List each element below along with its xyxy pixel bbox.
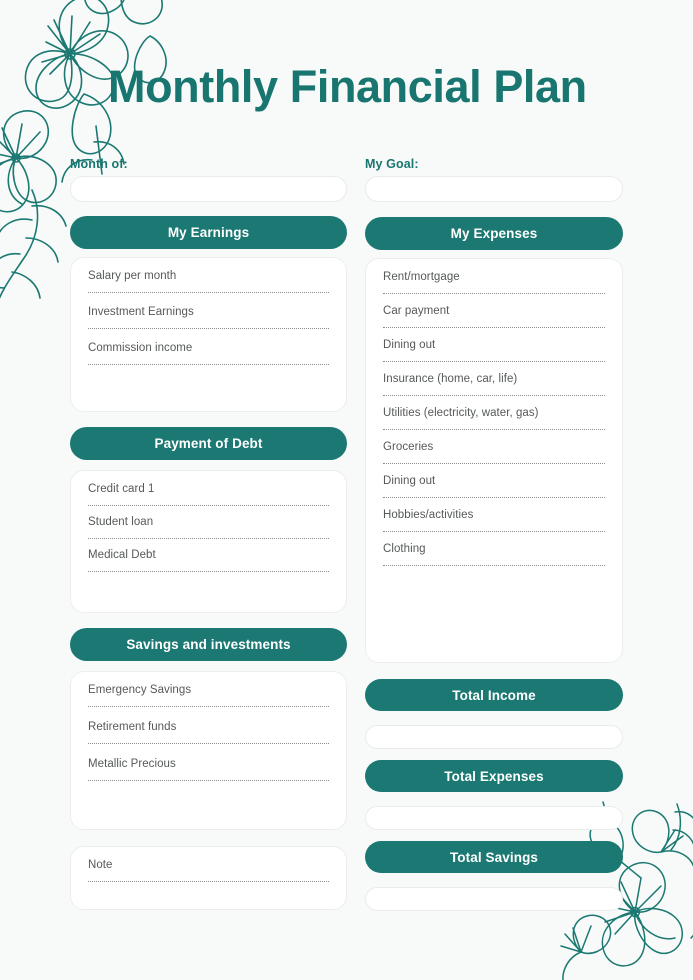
savings-list: Emergency Savings Retirement funds Metal… bbox=[88, 684, 329, 781]
write-in-line[interactable] bbox=[88, 571, 329, 572]
write-in-line[interactable] bbox=[88, 328, 329, 329]
write-in-line[interactable] bbox=[383, 429, 605, 430]
write-in-line[interactable] bbox=[88, 505, 329, 506]
list-item-label: Dining out bbox=[383, 475, 436, 487]
section-header-my-earnings: My Earnings bbox=[70, 216, 347, 249]
write-in-line[interactable] bbox=[383, 497, 605, 498]
list-item-label: Hobbies/activities bbox=[383, 509, 474, 521]
list-item-label: Utilities (electricity, water, gas) bbox=[383, 407, 539, 419]
section-header-total-savings: Total Savings bbox=[365, 841, 623, 873]
list-item[interactable]: Credit card 1 bbox=[88, 483, 329, 506]
list-item-label: Investment Earnings bbox=[88, 306, 194, 318]
write-in-line[interactable] bbox=[88, 743, 329, 744]
write-in-line[interactable] bbox=[383, 395, 605, 396]
list-item[interactable]: Dining out bbox=[383, 339, 605, 362]
list-item[interactable]: Car payment bbox=[383, 305, 605, 328]
list-item-label: Medical Debt bbox=[88, 549, 156, 561]
write-in-line[interactable] bbox=[88, 538, 329, 539]
list-item[interactable]: Salary per month bbox=[88, 270, 329, 293]
write-in-line[interactable] bbox=[88, 881, 329, 882]
list-item[interactable]: Emergency Savings bbox=[88, 684, 329, 707]
write-in-line[interactable] bbox=[383, 327, 605, 328]
list-item[interactable]: Dining out bbox=[383, 475, 605, 498]
expenses-card: Rent/mortgage Car payment Dining out Ins… bbox=[365, 258, 623, 663]
total-savings-input[interactable] bbox=[365, 887, 623, 911]
my-goal-label: My Goal: bbox=[365, 157, 419, 171]
section-header-total-expenses: Total Expenses bbox=[365, 760, 623, 792]
list-item[interactable]: Medical Debt bbox=[88, 549, 329, 572]
my-goal-input[interactable] bbox=[365, 176, 623, 202]
list-item[interactable]: Metallic Precious bbox=[88, 758, 329, 781]
write-in-line[interactable] bbox=[383, 293, 605, 294]
total-expenses-input[interactable] bbox=[365, 806, 623, 830]
write-in-line[interactable] bbox=[88, 780, 329, 781]
month-of-label: Month of: bbox=[70, 157, 128, 171]
section-header-payment-of-debt: Payment of Debt bbox=[70, 427, 347, 460]
list-item[interactable]: Retirement funds bbox=[88, 721, 329, 744]
savings-card: Emergency Savings Retirement funds Metal… bbox=[70, 671, 347, 830]
debt-list: Credit card 1 Student loan Medical Debt bbox=[88, 483, 329, 572]
note-list: Note bbox=[88, 859, 329, 882]
list-item-label: Retirement funds bbox=[88, 721, 177, 733]
list-item-label: Insurance (home, car, life) bbox=[383, 373, 518, 385]
write-in-line[interactable] bbox=[383, 565, 605, 566]
list-item[interactable]: Groceries bbox=[383, 441, 605, 464]
expenses-list: Rent/mortgage Car payment Dining out Ins… bbox=[383, 271, 605, 566]
list-item-label: Clothing bbox=[383, 543, 426, 555]
list-item[interactable]: Investment Earnings bbox=[88, 306, 329, 329]
note-card: Note bbox=[70, 846, 347, 910]
list-item-label: Credit card 1 bbox=[88, 483, 155, 495]
list-item[interactable]: Note bbox=[88, 859, 329, 882]
list-item-label: Rent/mortgage bbox=[383, 271, 460, 283]
section-header-savings-and-investments: Savings and investments bbox=[70, 628, 347, 661]
write-in-line[interactable] bbox=[383, 361, 605, 362]
list-item[interactable]: Rent/mortgage bbox=[383, 271, 605, 294]
write-in-line[interactable] bbox=[88, 292, 329, 293]
earnings-card: Salary per month Investment Earnings Com… bbox=[70, 257, 347, 412]
list-item[interactable]: Hobbies/activities bbox=[383, 509, 605, 532]
list-item[interactable]: Utilities (electricity, water, gas) bbox=[383, 407, 605, 430]
list-item[interactable]: Student loan bbox=[88, 516, 329, 539]
total-income-input[interactable] bbox=[365, 725, 623, 749]
list-item[interactable]: Insurance (home, car, life) bbox=[383, 373, 605, 396]
worksheet-page: Monthly Financial Plan Month of: My Goal… bbox=[0, 0, 693, 980]
list-item[interactable]: Commission income bbox=[88, 342, 329, 365]
note-label: Note bbox=[88, 859, 113, 871]
list-item-label: Commission income bbox=[88, 342, 193, 354]
earnings-list: Salary per month Investment Earnings Com… bbox=[88, 270, 329, 365]
page-title: Monthly Financial Plan bbox=[108, 61, 587, 112]
list-item-label: Car payment bbox=[383, 305, 450, 317]
write-in-line[interactable] bbox=[88, 706, 329, 707]
month-of-input[interactable] bbox=[70, 176, 347, 202]
debt-card: Credit card 1 Student loan Medical Debt bbox=[70, 470, 347, 613]
section-header-total-income: Total Income bbox=[365, 679, 623, 711]
write-in-line[interactable] bbox=[383, 463, 605, 464]
list-item-label: Metallic Precious bbox=[88, 758, 176, 770]
write-in-line[interactable] bbox=[383, 531, 605, 532]
list-item[interactable]: Clothing bbox=[383, 543, 605, 566]
list-item-label: Salary per month bbox=[88, 270, 177, 282]
write-in-line[interactable] bbox=[88, 364, 329, 365]
list-item-label: Emergency Savings bbox=[88, 684, 192, 696]
list-item-label: Dining out bbox=[383, 339, 436, 351]
list-item-label: Student loan bbox=[88, 516, 154, 528]
section-header-my-expenses: My Expenses bbox=[365, 217, 623, 250]
list-item-label: Groceries bbox=[383, 441, 434, 453]
